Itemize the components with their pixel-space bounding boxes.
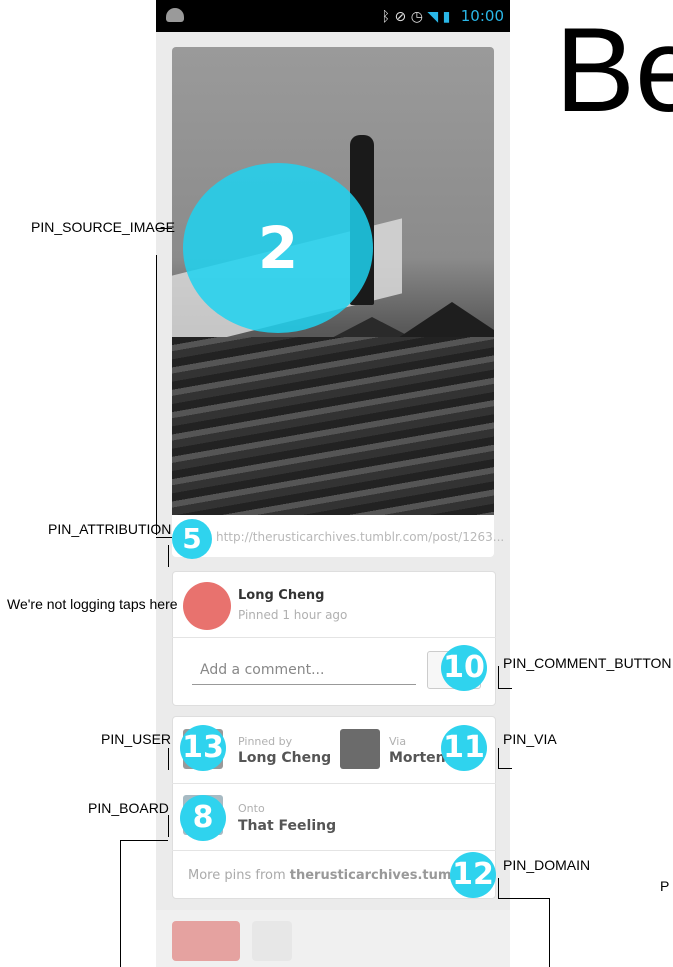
- annotation-bubble: 5: [172, 519, 212, 559]
- label-pin-comment-button: PIN_COMMENT_BUTTON: [503, 655, 672, 671]
- callout-line: [498, 878, 499, 898]
- callout-line: [168, 748, 169, 770]
- callout-line: [498, 688, 512, 689]
- board-label: Onto: [238, 802, 265, 815]
- sea-waves: [172, 337, 494, 515]
- callout-line: [498, 768, 512, 769]
- comment-input[interactable]: Add a comment...: [192, 654, 416, 685]
- annotation-bubble: 11: [441, 725, 487, 771]
- callout-line: [168, 545, 169, 567]
- clock: 10:00: [460, 7, 504, 25]
- annotation-bubble: 8: [180, 795, 226, 841]
- alarm-icon: ◷: [410, 9, 423, 25]
- more-pins-prefix: More pins from: [188, 868, 290, 883]
- pin-attribution-link[interactable]: http://therusticarchives.tumblr.com/post…: [216, 530, 504, 544]
- callout-line: [549, 898, 550, 967]
- annotation-bubble: 12: [450, 852, 496, 898]
- android-icon: [166, 8, 184, 22]
- annotation-bubble: 10: [441, 645, 487, 691]
- label-pin-source-image: PIN_SOURCE_IMAGE: [31, 219, 175, 235]
- label-pin-via: PIN_VIA: [503, 731, 557, 747]
- callout-line: [156, 537, 172, 538]
- via-label: Via: [389, 735, 407, 748]
- board-name[interactable]: That Feeling: [238, 818, 336, 834]
- annotation-bubble: 13: [180, 725, 226, 771]
- pinned-time: Pinned 1 hour ago: [238, 608, 348, 622]
- callout-line: [120, 840, 121, 967]
- avatar: [183, 582, 231, 630]
- label-fragment: P: [660, 878, 670, 894]
- annotation-bubble: 2: [183, 163, 373, 333]
- like-button[interactable]: [252, 921, 292, 961]
- callout-line: [498, 898, 550, 899]
- divider: [172, 637, 496, 638]
- label-pin-attribution: PIN_ATTRIBUTION: [48, 521, 172, 537]
- mountain-shape: [392, 302, 494, 342]
- via-avatar[interactable]: [340, 729, 380, 769]
- callout-line: [168, 815, 169, 837]
- pin-it-button[interactable]: [172, 921, 240, 961]
- status-icons: ᛒ ⊘ ◷ ◥ ▮ 10:00: [382, 7, 504, 25]
- comment-placeholder: Add a comment...: [200, 662, 325, 678]
- label-pin-user: PIN_USER: [101, 731, 172, 747]
- wifi-icon: ◥: [427, 9, 439, 25]
- page-heading-fragment: Be: [555, 3, 673, 137]
- label-pin-domain: PIN_DOMAIN: [503, 857, 591, 873]
- label-pin-board: PIN_BOARD: [88, 800, 169, 816]
- status-bar: ᛒ ⊘ ◷ ◥ ▮ 10:00: [156, 0, 510, 32]
- bluetooth-icon: ᛒ: [381, 9, 391, 25]
- divider: [172, 850, 496, 851]
- callout-line: [120, 840, 168, 841]
- label-not-logging: We're not logging taps here: [7, 596, 178, 612]
- callout-line: [498, 748, 499, 768]
- callout-line: [498, 666, 499, 688]
- more-pins-domain: therusticarchives.tumblr.c...: [289, 868, 468, 883]
- pin-domain-link[interactable]: More pins from therusticarchives.tumblr.…: [188, 868, 468, 883]
- pinned-by-label: Pinned by: [238, 735, 293, 748]
- divider: [172, 783, 496, 784]
- pinner-name: Long Cheng: [238, 588, 325, 603]
- battery-icon: ▮: [442, 9, 451, 25]
- mute-icon: ⊘: [394, 9, 407, 25]
- pinned-by-user[interactable]: Long Cheng: [238, 750, 331, 766]
- callout-line: [156, 255, 157, 535]
